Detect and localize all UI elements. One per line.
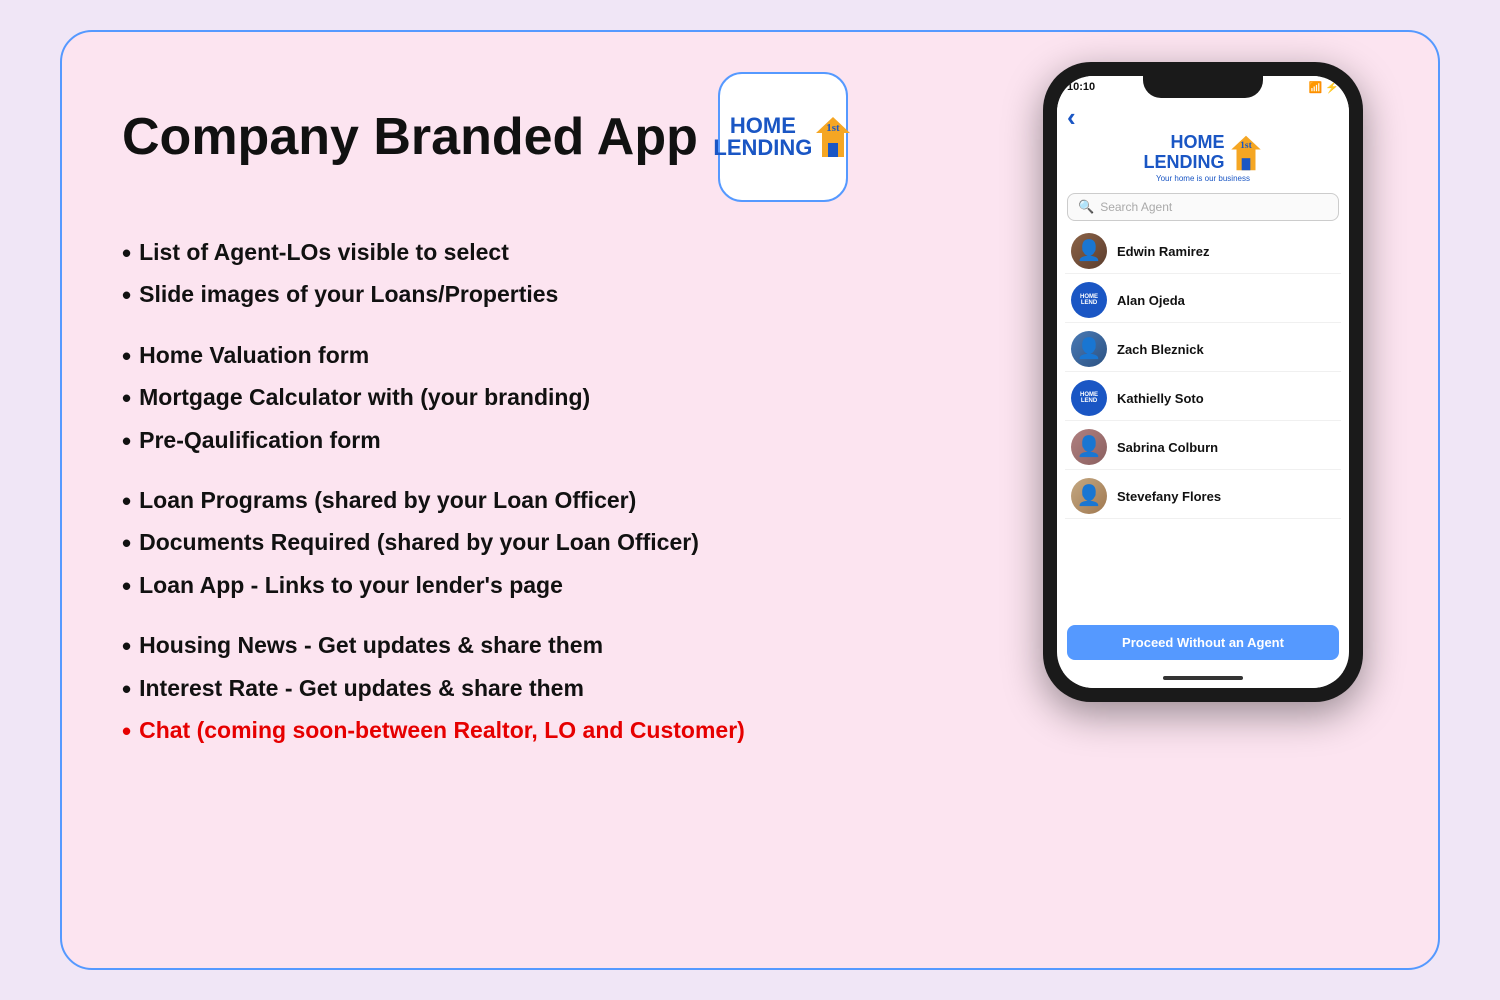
agent-row[interactable]: HOMELEND Kathielly Soto xyxy=(1065,376,1341,421)
phone-logo-home: HOME xyxy=(1171,132,1225,152)
home-indicator xyxy=(1163,676,1243,680)
phone-screen: 10:10 📶 ⚡ ‹ HOME LENDING xyxy=(1057,76,1349,688)
bullet-item: Home Valuation form xyxy=(122,335,988,377)
bullet-item: Loan App - Links to your lender's page xyxy=(122,565,988,607)
phone-notch xyxy=(1143,76,1263,98)
search-bar[interactable]: 🔍 Search Agent xyxy=(1067,193,1339,221)
proceed-without-agent-button[interactable]: Proceed Without an Agent xyxy=(1067,625,1339,660)
bullet-item: Pre-Qaulification form xyxy=(122,420,988,462)
bullet-item-chat: Chat (coming soon-between Realtor, LO an… xyxy=(122,710,988,752)
bullet-item: List of Agent-LOs visible to select xyxy=(122,232,988,274)
status-icons: 📶 ⚡ xyxy=(1309,81,1339,94)
agent-list: 👤 Edwin Ramirez HOMELEND Alan Ojeda 👤 xyxy=(1057,229,1349,617)
avatar: HOMELEND xyxy=(1071,282,1107,318)
logo-lending: LENDING xyxy=(713,137,812,159)
agent-row[interactable]: 👤 Edwin Ramirez xyxy=(1065,229,1341,274)
main-card: Company Branded App HOME LENDING 1st xyxy=(60,30,1440,970)
back-arrow[interactable]: ‹ xyxy=(1067,102,1076,132)
phone-section: 10:10 📶 ⚡ ‹ HOME LENDING xyxy=(1018,62,1388,702)
bullet-item: Interest Rate - Get updates & share them xyxy=(122,668,988,710)
main-title-row: Company Branded App HOME LENDING 1st xyxy=(122,72,988,202)
bullet-item: Loan Programs (shared by your Loan Offic… xyxy=(122,480,988,522)
logo-inner: HOME LENDING 1st xyxy=(713,115,852,159)
avatar: HOMELEND xyxy=(1071,380,1107,416)
agent-name: Sabrina Colburn xyxy=(1117,440,1218,455)
agent-row[interactable]: HOMELEND Alan Ojeda xyxy=(1065,278,1341,323)
status-time: 10:10 xyxy=(1067,81,1095,93)
logo-badge: HOME LENDING 1st xyxy=(718,72,848,202)
search-icon: 🔍 xyxy=(1078,199,1094,215)
phone-logo-lending: LENDING xyxy=(1144,152,1225,172)
phone-mockup: 10:10 📶 ⚡ ‹ HOME LENDING xyxy=(1043,62,1363,702)
logo-house-icon: 1st xyxy=(814,115,852,159)
agent-name: Stevefany Flores xyxy=(1117,489,1221,504)
avatar: 👤 xyxy=(1071,233,1107,269)
agent-name: Edwin Ramirez xyxy=(1117,244,1209,259)
search-placeholder: Search Agent xyxy=(1100,200,1172,214)
logo-home: HOME xyxy=(713,115,812,137)
agent-row[interactable]: 👤 Stevefany Flores xyxy=(1065,474,1341,519)
bullet-item: Housing News - Get updates & share them xyxy=(122,625,988,667)
agent-name: Zach Bleznick xyxy=(1117,342,1204,357)
feature-list: List of Agent-LOs visible to select Slid… xyxy=(122,232,988,752)
agent-row[interactable]: 👤 Zach Bleznick xyxy=(1065,327,1341,372)
avatar: 👤 xyxy=(1071,478,1107,514)
agent-row[interactable]: 👤 Sabrina Colburn xyxy=(1065,425,1341,470)
phone-logo-row: HOME LENDING 1st xyxy=(1144,133,1263,172)
avatar: 👤 xyxy=(1071,331,1107,367)
bullet-item: Mortgage Calculator with (your branding) xyxy=(122,377,988,419)
agent-name: Alan Ojeda xyxy=(1117,293,1185,308)
bullet-item: Documents Required (shared by your Loan … xyxy=(122,522,988,564)
page-title: Company Branded App xyxy=(122,107,698,167)
svg-text:1st: 1st xyxy=(1240,140,1252,150)
agent-name: Kathielly Soto xyxy=(1117,391,1204,406)
phone-tagline: Your home is our business xyxy=(1156,174,1250,183)
bullet-item: Slide images of your Loans/Properties xyxy=(122,274,988,316)
svg-text:1st: 1st xyxy=(827,122,841,134)
phone-bottom-bar xyxy=(1057,672,1349,688)
left-section: Company Branded App HOME LENDING 1st xyxy=(122,72,1018,752)
avatar: 👤 xyxy=(1071,429,1107,465)
phone-house-icon: 1st xyxy=(1229,134,1263,172)
phone-logo: HOME LENDING 1st Your home is our busine… xyxy=(1057,133,1349,189)
